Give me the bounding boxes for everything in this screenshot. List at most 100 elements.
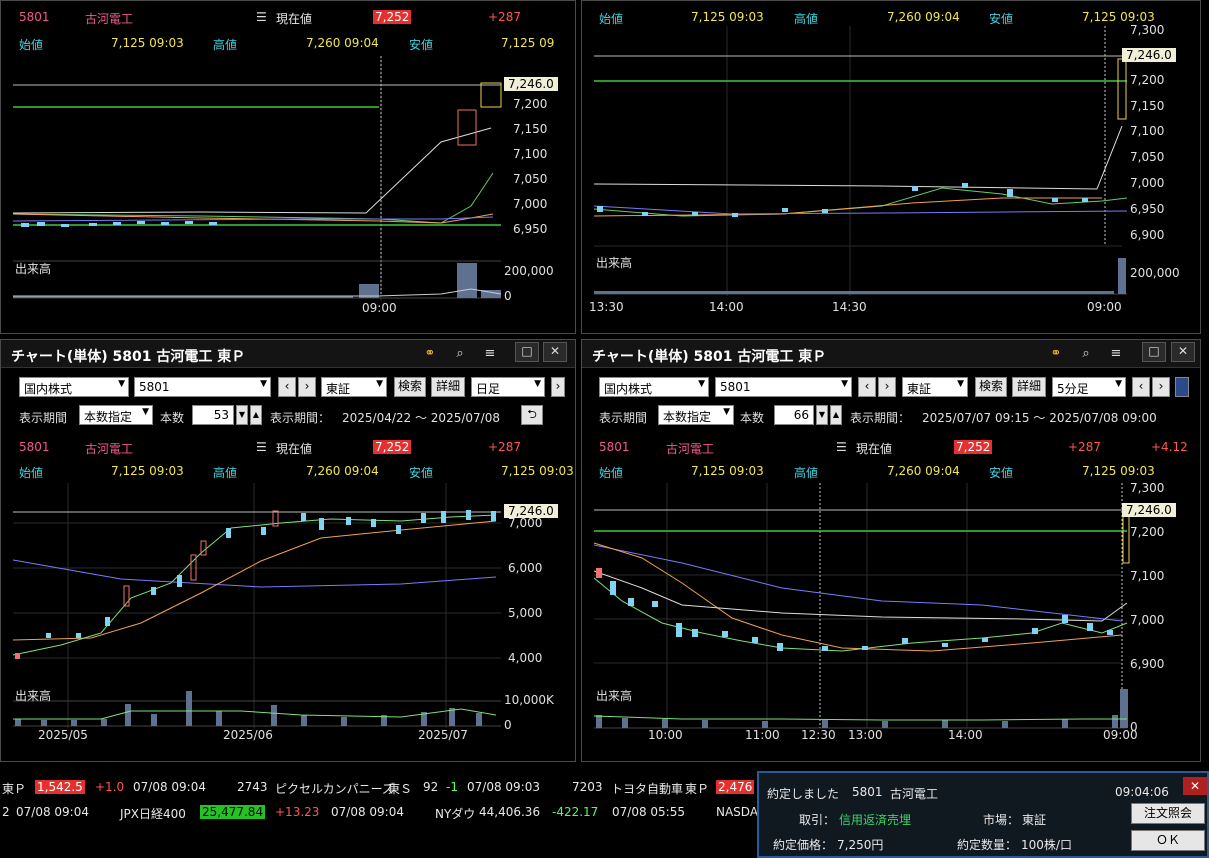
y-tick: 4,000 [508,651,543,665]
count-down-button[interactable]: ▼ [816,405,828,425]
current-price-label: 現在値 [276,442,313,456]
ticker-item[interactable]: ピクセルカンパニーズ [275,780,394,797]
count-up-button[interactable]: ▲ [830,405,842,425]
detail-button[interactable]: 詳細 [431,377,465,397]
stock-code: 5801 [19,10,50,24]
menu-icon[interactable]: ≡ [1107,345,1125,363]
scroll-right-button[interactable]: › [551,377,565,397]
count-mode-select[interactable]: 本数指定 ▼ [79,405,153,425]
ticker-item: 07/08 09:04 [331,805,404,819]
ticker-item[interactable]: 2743 [237,780,268,794]
ticker-item[interactable]: 7203 [572,780,603,794]
x-tick: 2025/06 [223,728,273,742]
count-mode-select[interactable]: 本数指定 ▼ [658,405,734,425]
chevron-down-icon: ▼ [534,379,541,389]
volume-tick: 200,000 [1130,266,1180,280]
count-up-button[interactable]: ▲ [250,405,262,425]
code-input-value: 5801 [139,380,170,394]
notification-title: 約定しました [767,787,840,801]
close-button[interactable]: ✕ [1171,342,1195,362]
memo-icon[interactable]: ☰ [256,440,267,454]
ticker-item: 07/08 09:04 [16,805,89,819]
y-tick: 7,200 [1130,525,1165,539]
search-icon[interactable]: ⌕ [1077,345,1095,363]
code-input[interactable]: 5801 ▼ [134,377,271,397]
exchange-select[interactable]: 東証 ▼ [902,377,968,397]
next-button[interactable]: › [878,377,896,397]
extra-button[interactable] [1175,377,1189,397]
prev-period-button[interactable]: ‹ [1132,377,1150,397]
ticker-item: 44,406.36 [479,805,541,819]
close-button[interactable]: ✕ [543,342,567,362]
period-select-value: 日足 [476,382,501,396]
notification-name: 古河電工 [890,787,939,801]
high-value: 7,260 09:04 [306,464,379,478]
price-chart[interactable] [1,483,576,733]
count-down-button[interactable]: ▼ [236,405,248,425]
count-input[interactable]: 66 [774,405,814,425]
open-value: 7,125 09:03 [111,36,184,50]
maximize-button[interactable]: □ [515,342,539,362]
ticker-item[interactable]: トヨタ自動車 [611,780,683,797]
prev-button[interactable]: ‹ [858,377,876,397]
exchange-select[interactable]: 東証 ▼ [321,377,387,397]
window-titlebar[interactable]: チャート(単体) 5801 古河電工 東Ｐ ⚭ ⌕ ≡ □ ✕ [582,340,1200,368]
link-icon[interactable]: ⚭ [421,345,439,363]
ticker-item[interactable]: 25,477.84 [200,805,266,819]
high-value: 7,260 09:04 [887,10,960,24]
low-value: 7,125 09 [501,36,555,50]
market-select[interactable]: 国内株式 ▼ [599,377,709,397]
reset-range-button[interactable]: ⮌ [521,405,543,425]
prev-button[interactable]: ‹ [278,377,296,397]
x-tick: 14:00 [709,300,744,314]
price-chart[interactable] [582,483,1201,733]
code-input[interactable]: 5801 ▼ [715,377,852,397]
chevron-down-icon: ▼ [698,379,705,389]
price-tag: 7,246.0 [1122,503,1176,517]
y-tick: 6,900 [1130,657,1165,671]
memo-icon[interactable]: ☰ [836,440,847,454]
period-select[interactable]: 5分足 ▼ [1052,377,1126,397]
chevron-down-icon: ▼ [376,379,383,389]
order-inquiry-button[interactable]: 注文照会 [1131,803,1205,824]
x-tick: 12:30 [801,728,836,742]
period-select[interactable]: 日足 ▼ [471,377,545,397]
range-label: 表示期間： [270,411,331,425]
quote-row: 5801 古河電工 ☰ 現在値 7,252 +287 +4.12 [582,437,1200,457]
ticker-item[interactable]: NYダウ [435,805,475,822]
candles [21,82,502,227]
low-value: 7,125 09:03 [501,464,574,478]
ticker-item[interactable]: 2,476 [716,780,755,794]
x-tick: 13:00 [848,728,883,742]
ok-button[interactable]: ＯＫ [1131,830,1205,851]
exchange-select-value: 東証 [907,382,932,396]
chevron-down-icon: ▼ [841,379,848,389]
ticker-item: 2 [2,805,10,819]
ohl-row: 始値 7,125 09:03 高値 7,260 09:04 安値 7,125 0… [1,33,575,53]
link-icon[interactable]: ⚭ [1047,345,1065,363]
ticker-item[interactable]: 1,542.5 [35,780,85,794]
exchange-select-value: 東証 [326,382,351,396]
menu-icon[interactable]: ≡ [481,345,499,363]
price-chart[interactable] [582,26,1201,301]
price-chart[interactable] [1,56,576,334]
high-label: 高値 [794,466,819,480]
ticker-item[interactable]: NASDA [716,805,758,819]
chevron-down-icon: ▼ [260,379,267,389]
search-button[interactable]: 検索 [394,377,426,397]
market-select[interactable]: 国内株式 ▼ [19,377,129,397]
maximize-button[interactable]: □ [1142,342,1166,362]
search-icon[interactable]: ⌕ [451,345,469,363]
search-button[interactable]: 検索 [975,377,1007,397]
chevron-down-icon: ▼ [118,379,125,389]
close-button[interactable]: ✕ [1183,777,1207,795]
count-input[interactable]: 53 [192,405,234,425]
memo-icon[interactable]: ☰ [256,10,267,24]
window-titlebar[interactable]: チャート(単体) 5801 古河電工 東Ｐ ⚭ ⌕ ≡ □ ✕ [1,340,575,368]
next-period-button[interactable]: › [1152,377,1170,397]
ticker-item: 07/08 05:55 [612,805,685,819]
detail-button[interactable]: 詳細 [1012,377,1046,397]
next-button[interactable]: › [298,377,316,397]
ticker-item[interactable]: JPX日経400 [120,805,186,822]
y-tick: 7,100 [513,147,548,161]
